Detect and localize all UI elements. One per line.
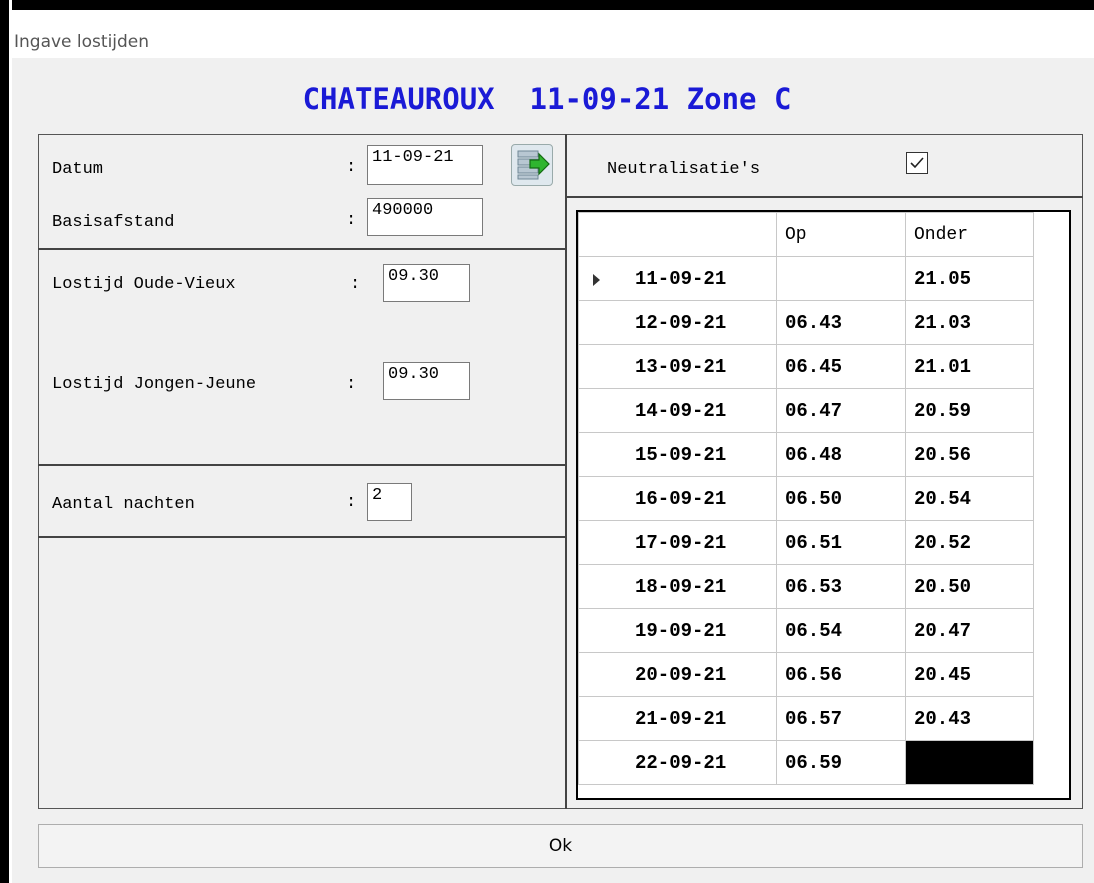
grid-cell-date[interactable]: 16-09-21	[578, 476, 777, 521]
grid-cell-date[interactable]: 12-09-21	[578, 300, 777, 345]
lostijd-jongen-field[interactable]: 09.30	[383, 362, 470, 400]
grid-date-text: 16-09-21	[635, 487, 727, 510]
grid-row[interactable]: 19-09-21 06.54 20.47	[578, 608, 1034, 653]
grid-date-text: 21-09-21	[635, 707, 727, 730]
grid-cell-date[interactable]: 19-09-21	[578, 608, 777, 653]
grid-cell-onder[interactable]: 20.43	[905, 696, 1034, 741]
grid-row[interactable]: 22-09-21 06.59	[578, 740, 1034, 785]
neutralisatie-checkbox[interactable]	[906, 152, 928, 174]
grid-cell-onder[interactable]: 21.05	[905, 256, 1034, 301]
datum-field[interactable]: 11-09-21	[367, 145, 483, 185]
grid-date-text: 18-09-21	[635, 575, 727, 598]
grid-cell-date[interactable]: 15-09-21	[578, 432, 777, 477]
grid-row[interactable]: 18-09-21 06.53 20.50	[578, 564, 1034, 609]
grid-cell-op[interactable]: 06.47	[776, 388, 906, 433]
grid-date-text: 12-09-21	[635, 311, 727, 334]
window-edge	[0, 0, 9, 883]
grid-cell-onder[interactable]	[905, 740, 1034, 785]
lostijd-oude-label: Lostijd Oude-Vieux	[52, 275, 236, 294]
basisafstand-colon: :	[346, 211, 357, 230]
ok-button[interactable]: Ok	[38, 824, 1083, 868]
grid-row[interactable]: 20-09-21 06.56 20.45	[578, 652, 1034, 697]
grid-row[interactable]: 12-09-21 06.43 21.03	[578, 300, 1034, 345]
grid-cell-op[interactable]: 06.48	[776, 432, 906, 477]
section-divider	[38, 536, 565, 538]
grid-header-row: Op Onder	[578, 212, 1034, 257]
grid-cell-onder[interactable]: 21.03	[905, 300, 1034, 345]
grid-cell-op[interactable]: 06.56	[776, 652, 906, 697]
race-heading: CHATEAUROUX 11-09-21 Zone C	[302, 82, 792, 116]
grid-cell-date[interactable]: 13-09-21	[578, 344, 777, 389]
section-divider	[38, 248, 565, 250]
grid-date-text: 19-09-21	[635, 619, 727, 642]
grid-cell-op[interactable]: 06.57	[776, 696, 906, 741]
grid-header-onder: Onder	[905, 212, 1034, 257]
datum-label: Datum	[52, 160, 104, 179]
grid-cell-date[interactable]: 18-09-21	[578, 564, 777, 609]
grid-cell-onder[interactable]: 21.01	[905, 344, 1034, 389]
grid-cell-date[interactable]: 21-09-21	[578, 696, 777, 741]
grid-date-text: 20-09-21	[635, 663, 727, 686]
grid-header-op: Op	[776, 212, 906, 257]
grid-date-text: 11-09-21	[635, 267, 727, 290]
basisafstand-label: Basisafstand	[52, 213, 175, 232]
arrow-import-icon	[517, 150, 550, 180]
aantal-nachten-colon: :	[346, 493, 357, 512]
grid-cell-op[interactable]: 06.54	[776, 608, 906, 653]
lostijd-jongen-colon: :	[346, 375, 357, 394]
basisafstand-field[interactable]: 490000	[367, 198, 483, 236]
aantal-nachten-label: Aantal nachten	[52, 495, 195, 514]
grid-cell-onder[interactable]: 20.54	[905, 476, 1034, 521]
grid-cell-op[interactable]: 06.59	[776, 740, 906, 785]
title-bar: Ingave lostijden	[0, 0, 1094, 58]
grid-cell-op[interactable]: 06.50	[776, 476, 906, 521]
grid-date-text: 15-09-21	[635, 443, 727, 466]
grid-cell-onder[interactable]: 20.52	[905, 520, 1034, 565]
grid-cell-date[interactable]: 11-09-21	[578, 256, 777, 301]
grid-cell-date[interactable]: 14-09-21	[578, 388, 777, 433]
grid-cell-onder[interactable]: 20.47	[905, 608, 1034, 653]
section-divider	[567, 196, 1083, 198]
grid-cell-op[interactable]	[776, 256, 906, 301]
lostijd-oude-field[interactable]: 09.30	[383, 264, 470, 302]
grid-cell-date[interactable]: 22-09-21	[578, 740, 777, 785]
panel-divider	[565, 134, 567, 809]
grid-cell-op[interactable]: 06.53	[776, 564, 906, 609]
grid-row[interactable]: 11-09-21 21.05	[578, 256, 1034, 301]
grid-row[interactable]: 21-09-21 06.57 20.43	[578, 696, 1034, 741]
grid-cell-onder[interactable]: 20.56	[905, 432, 1034, 477]
checkmark-icon	[910, 157, 924, 169]
grid-date-text: 17-09-21	[635, 531, 727, 554]
aantal-nachten-field[interactable]: 2	[367, 483, 412, 521]
grid-cell-date[interactable]: 20-09-21	[578, 652, 777, 697]
grid-cell-op[interactable]: 06.51	[776, 520, 906, 565]
grid-cell-date[interactable]: 17-09-21	[578, 520, 777, 565]
lostijd-oude-colon: :	[350, 275, 361, 294]
grid-date-text: 13-09-21	[635, 355, 727, 378]
grid-cell-op[interactable]: 06.45	[776, 344, 906, 389]
dialog-window: Ingave lostijden CHATEAUROUX 11-09-21 Zo…	[0, 0, 1094, 883]
row-indicator-icon	[593, 274, 600, 286]
grid-row[interactable]: 13-09-21 06.45 21.01	[578, 344, 1034, 389]
grid-cell-onder[interactable]: 20.45	[905, 652, 1034, 697]
grid-date-text: 14-09-21	[635, 399, 727, 422]
section-divider	[38, 464, 565, 466]
grid-row[interactable]: 17-09-21 06.51 20.52	[578, 520, 1034, 565]
window-title: Ingave lostijden	[14, 32, 150, 52]
window-edge-inner	[9, 0, 12, 883]
import-button[interactable]	[511, 144, 553, 186]
grid-row[interactable]: 15-09-21 06.48 20.56	[578, 432, 1034, 477]
grid-cell-onder[interactable]: 20.50	[905, 564, 1034, 609]
grid-row[interactable]: 14-09-21 06.47 20.59	[578, 388, 1034, 433]
datum-colon: :	[346, 158, 357, 177]
neutralisatie-label: Neutralisatie's	[607, 160, 761, 179]
times-grid: Op Onder 11-09-21 21.05 12-09-21 06.43 21.03…	[578, 212, 1034, 785]
lostijd-jongen-label: Lostijd Jongen-Jeune	[52, 375, 257, 394]
grid-cell-onder[interactable]: 20.59	[905, 388, 1034, 433]
grid-date-text: 22-09-21	[635, 751, 727, 774]
grid-cell-op[interactable]: 06.43	[776, 300, 906, 345]
grid-row[interactable]: 16-09-21 06.50 20.54	[578, 476, 1034, 521]
grid-header-date	[578, 212, 777, 257]
